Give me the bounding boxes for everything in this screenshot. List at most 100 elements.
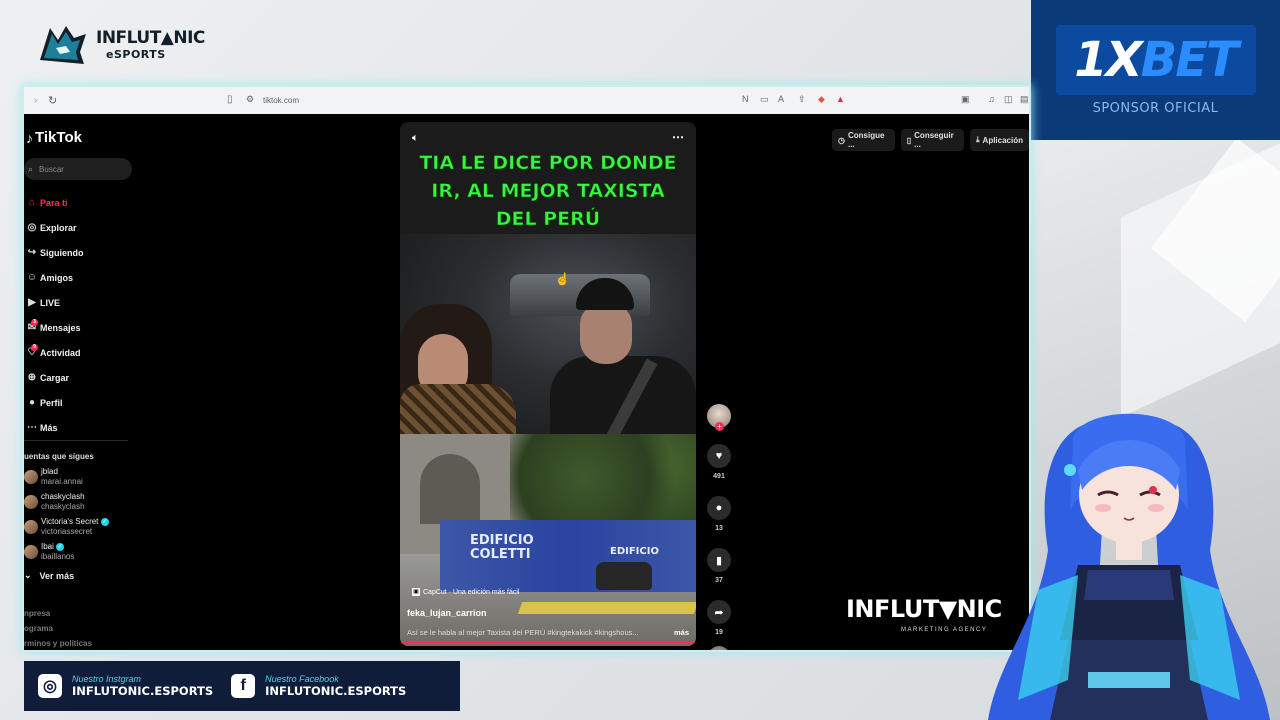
following-icon: ↪ bbox=[27, 247, 37, 258]
bookmark-icon: ▮ bbox=[715, 554, 723, 567]
sidebar-item-amigos[interactable]: ☺ Amigos bbox=[24, 265, 134, 290]
footer-link[interactable]: rminos y políticas bbox=[24, 636, 92, 650]
bookmark-icon[interactable]: ▯ bbox=[227, 94, 233, 105]
footer-link[interactable]: npresa bbox=[24, 606, 92, 621]
get-app-button[interactable]: ▯ Conseguir ... bbox=[900, 129, 964, 151]
browser-window: › ↻ ▯ ⚙ tiktok.com N ▭ A ⇪ ◆ ▲ ▣ ♫ ◫ ▤ ♪… bbox=[22, 85, 1031, 652]
sponsor-logo: 1XBET bbox=[1074, 31, 1239, 88]
site-settings-icon[interactable]: ⚙ bbox=[246, 94, 254, 105]
forward-icon[interactable]: › bbox=[34, 95, 37, 106]
search-placeholder: Buscar bbox=[39, 164, 64, 174]
more-icon: ⋯ bbox=[27, 422, 37, 433]
tiktok-logo[interactable]: ♪ TikTok bbox=[26, 129, 82, 146]
vtuber-avatar bbox=[988, 413, 1270, 720]
search-input[interactable]: ⌕ Buscar bbox=[24, 158, 132, 180]
like-count: 491 bbox=[713, 473, 725, 480]
video-player[interactable]: 🔈︎ ⋯ TIA LE DICE POR DONDE IR, AL MEJOR … bbox=[400, 122, 696, 646]
comment-count: 13 bbox=[715, 525, 723, 532]
video-description: Así se le habla al mejor Taxista del PER… bbox=[407, 628, 689, 637]
upload-icon: ⊕ bbox=[27, 372, 37, 383]
avatar bbox=[24, 544, 38, 559]
more-link[interactable]: más bbox=[674, 628, 689, 637]
coin-icon: ◷ bbox=[838, 135, 845, 145]
wallet-icon[interactable]: ▤ bbox=[1020, 94, 1029, 105]
list-item[interactable]: jblad marai.annai bbox=[24, 464, 109, 489]
live-icon: ▶ bbox=[28, 297, 36, 308]
desktop-app-button[interactable]: ⤓ Aplicación bbox=[970, 129, 1029, 151]
sponsor-subtitle: SPONSOR OFICIAL bbox=[1092, 100, 1219, 116]
social-bar: ◎ Nuestro Instgram INFLUTONIC.ESPORTS f … bbox=[24, 661, 460, 711]
sidebar-item-cargar[interactable]: ⊕ Cargar bbox=[24, 365, 134, 390]
list-item[interactable]: Victoria's Secret ✓ victoriassecret bbox=[24, 514, 109, 539]
download-icon: ⤓ bbox=[976, 135, 980, 144]
more-options-icon[interactable]: ⋯ bbox=[672, 130, 684, 144]
sidebar-item-siguiendo[interactable]: ↪ Siguiendo bbox=[24, 240, 134, 265]
sidebar-item-live[interactable]: ▶ LIVE bbox=[24, 290, 134, 315]
instagram-icon: ◎ bbox=[38, 674, 62, 698]
get-coins-button[interactable]: ◷ Consigue ... bbox=[832, 129, 895, 151]
sidebar-item-explorar[interactable]: ◎ Explorar bbox=[24, 215, 134, 240]
reload-icon[interactable]: ↻ bbox=[48, 94, 57, 107]
hand-cursor-icon: ☝ bbox=[555, 272, 570, 286]
verified-icon: ✓ bbox=[56, 542, 65, 551]
avatar bbox=[24, 469, 38, 484]
browser-toolbar: › ↻ ▯ ⚙ tiktok.com N ▭ A ⇪ ◆ ▲ ▣ ♫ ◫ ▤ bbox=[24, 87, 1029, 114]
comment-button[interactable]: ● bbox=[707, 496, 731, 520]
creator-avatar[interactable]: + bbox=[707, 404, 731, 431]
split-view-icon[interactable]: ◫ bbox=[1004, 94, 1013, 105]
sound-avatar[interactable] bbox=[708, 646, 730, 650]
tiktok-page: ♪ TikTok ⌕ Buscar ⌂ Para ti ◎ Explorar ↪… bbox=[24, 114, 1029, 650]
following-accounts-list: jblad marai.annai chaskyclash chaskyclas… bbox=[24, 464, 109, 564]
video-frame-car: ☝ bbox=[400, 234, 696, 434]
sidebar-item-perfil[interactable]: ● Perfil bbox=[24, 390, 134, 415]
sidebar-item-actividad[interactable]: ♡ 9 Actividad bbox=[24, 340, 134, 365]
influtonic-logo: INFLUT▲NIC eSPORTS bbox=[36, 20, 206, 70]
share-icon[interactable]: ⇪ bbox=[798, 94, 806, 105]
rewards-icon[interactable]: ▲ bbox=[836, 94, 845, 104]
share-count: 19 bbox=[715, 629, 723, 636]
save-button[interactable]: ▮ bbox=[707, 548, 731, 572]
wolf-logo-icon bbox=[40, 26, 86, 64]
share-button[interactable]: ➦ bbox=[707, 600, 731, 624]
translate-icon[interactable]: A bbox=[778, 94, 784, 104]
sidebar-nav: ⌂ Para ti ◎ Explorar ↪ Siguiendo ☺ Amigo… bbox=[24, 190, 134, 440]
video-author[interactable]: feka_lujan_carrion bbox=[407, 608, 487, 618]
video-progress[interactable] bbox=[400, 642, 696, 644]
brand-name: INFLUT▲NIC bbox=[96, 28, 205, 48]
sidebar-divider bbox=[24, 440, 128, 441]
avatar bbox=[24, 494, 38, 509]
sponsor-logo-box: 1XBET bbox=[1055, 24, 1256, 95]
sidebar-item-mas[interactable]: ⋯ Más bbox=[24, 415, 134, 440]
see-more-button[interactable]: ⌄ Ver más bbox=[24, 570, 74, 581]
capcut-label[interactable]: ▣ CapCut · Una edición más fácil bbox=[412, 588, 520, 596]
volume-icon[interactable]: 🔈︎ bbox=[412, 132, 419, 145]
sidebar-item-para-ti[interactable]: ⌂ Para ti bbox=[24, 190, 134, 215]
address-bar[interactable]: tiktok.com bbox=[263, 96, 299, 105]
phone-icon: ▯ bbox=[906, 135, 912, 145]
extension-icon[interactable]: N bbox=[742, 94, 749, 104]
list-item[interactable]: Ibai ✓ ibaillanos bbox=[24, 539, 109, 564]
comment-icon: ● bbox=[715, 502, 723, 514]
home-icon: ⌂ bbox=[28, 197, 36, 208]
compass-icon: ◎ bbox=[27, 222, 37, 233]
brave-shield-icon[interactable]: ◆ bbox=[818, 94, 825, 105]
cast-icon[interactable]: ▭ bbox=[760, 94, 769, 105]
footer-links: npresa ograma rminos y políticas bbox=[24, 606, 92, 650]
profile-icon: ● bbox=[28, 397, 36, 408]
media-icon[interactable]: ♫ bbox=[988, 94, 995, 104]
save-count: 37 bbox=[715, 577, 723, 584]
messages-badge: 3 bbox=[31, 319, 38, 326]
activity-badge: 9 bbox=[31, 344, 38, 351]
verified-icon: ✓ bbox=[100, 517, 109, 526]
list-item[interactable]: chaskyclash chaskyclash bbox=[24, 489, 109, 514]
agency-watermark-sub: MARKETING AGENCY bbox=[901, 627, 988, 633]
follow-plus-icon[interactable]: + bbox=[715, 422, 724, 431]
footer-link[interactable]: ograma bbox=[24, 621, 92, 636]
top-right-actions: ◷ Consigue ... ▯ Conseguir ... ⤓ Aplicación bbox=[832, 129, 1029, 151]
instagram-block: ◎ Nuestro Instgram INFLUTONIC.ESPORTS bbox=[38, 674, 213, 698]
like-button[interactable]: ♥ bbox=[707, 444, 731, 468]
sidebar-item-mensajes[interactable]: ✉ 3 Mensajes bbox=[24, 315, 134, 340]
video-headline: TIA LE DICE POR DONDE IR, AL MEJOR TAXIS… bbox=[419, 152, 677, 231]
sidebar-toggle-icon[interactable]: ▣ bbox=[961, 94, 970, 105]
following-accounts-title: uentas que sigues bbox=[24, 452, 94, 461]
